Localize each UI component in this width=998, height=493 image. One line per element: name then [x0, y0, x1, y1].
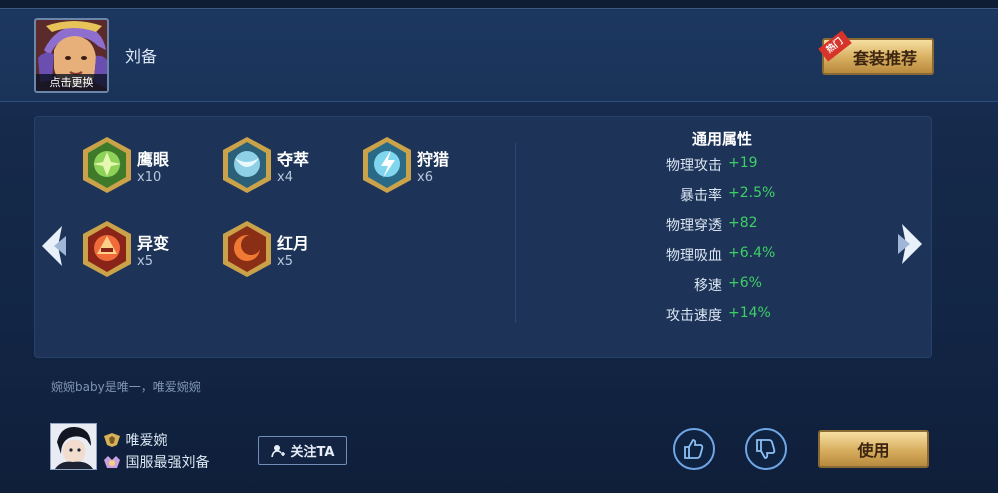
- rune-count: x5: [137, 254, 153, 269]
- attribute-row: 物理吸血 +6.4%: [560, 245, 820, 267]
- author-name-line: 唯爱婉: [103, 430, 167, 450]
- set-comment: 婉婉baby是唯一，唯爱婉婉: [51, 380, 201, 394]
- attribute-value: +6%: [728, 275, 762, 291]
- author-title: 国服最强刘备: [125, 455, 210, 471]
- use-button[interactable]: 使用: [818, 430, 929, 468]
- author-portrait-icon: [51, 424, 96, 469]
- next-arrow-icon[interactable]: [896, 222, 926, 266]
- attribute-name: 物理吸血: [666, 248, 722, 264]
- thumbs-down-icon: [756, 439, 776, 459]
- attribute-value: +82: [728, 215, 758, 231]
- rune-count: x6: [417, 170, 433, 185]
- author-avatar[interactable]: [50, 423, 97, 470]
- rune-item[interactable]: 异变 x5: [81, 220, 221, 280]
- author-title-line: 国服最强刘备: [103, 452, 209, 472]
- rune-count: x5: [277, 254, 293, 269]
- rune-count: x4: [277, 170, 293, 185]
- attribute-name: 移速: [694, 278, 722, 294]
- attribute-row: 暴击率 +2.5%: [560, 185, 820, 207]
- attribute-name: 攻击速度: [666, 308, 722, 324]
- thumbs-up-icon: [684, 439, 704, 459]
- attribute-row: 移速 +6%: [560, 275, 820, 297]
- rune-name: 鹰眼: [137, 150, 170, 169]
- rune-item[interactable]: 红月 x5: [221, 220, 361, 280]
- rune-item[interactable]: 鹰眼 x10: [81, 136, 221, 196]
- rune-name: 夺萃: [277, 150, 310, 169]
- mutation-rune-icon: [83, 221, 131, 277]
- hunt-rune-icon: [363, 137, 411, 193]
- change-avatar-label[interactable]: 点击更换: [36, 74, 107, 91]
- follow-button[interactable]: 关注TA: [258, 436, 347, 465]
- attribute-row: 物理攻击 +19: [560, 155, 820, 177]
- attribute-name: 物理攻击: [666, 158, 722, 174]
- attribute-name: 暴击率: [680, 188, 722, 204]
- panel-divider: [515, 143, 516, 323]
- attribute-row: 物理穿透 +82: [560, 215, 820, 237]
- set-recommend-button[interactable]: 热门 套装推荐: [818, 30, 934, 75]
- rune-name: 红月: [277, 234, 310, 253]
- plunder-rune-icon: [223, 137, 271, 193]
- eagle-eye-rune-icon: [83, 137, 131, 193]
- rune-set-page: 点击更换 刘备 热门 套装推荐 鹰眼 x10 夺萃 x4 狩猎 x6 异变 x5…: [0, 0, 998, 493]
- hero-header: 点击更换 刘备 热门 套装推荐: [0, 10, 998, 102]
- attribute-value: +2.5%: [728, 185, 776, 201]
- previous-arrow-icon[interactable]: [38, 224, 68, 268]
- rune-item[interactable]: 狩猎 x6: [361, 136, 501, 196]
- top-strip: [0, 0, 998, 9]
- attribute-value: +14%: [728, 305, 771, 321]
- red-moon-rune-icon: [223, 221, 271, 277]
- author-name[interactable]: 唯爱婉: [125, 433, 167, 449]
- rune-name: 狩猎: [417, 150, 450, 169]
- hot-badge: 热门: [818, 30, 852, 62]
- like-button[interactable]: [673, 428, 715, 470]
- follow-label: 关注TA: [290, 445, 335, 460]
- rune-count: x10: [137, 170, 162, 185]
- rune-name: 异变: [137, 234, 170, 253]
- attributes-title: 通用属性: [691, 130, 752, 148]
- dislike-button[interactable]: [745, 428, 787, 470]
- attribute-name: 物理穿透: [666, 218, 722, 234]
- attribute-value: +6.4%: [728, 245, 776, 261]
- rune-item[interactable]: 夺萃 x4: [221, 136, 361, 196]
- set-recommend-label: 套装推荐: [852, 48, 917, 68]
- hero-name: 刘备: [125, 47, 158, 66]
- rank-badge-icon: [104, 433, 120, 447]
- attribute-value: +19: [728, 155, 758, 171]
- hero-title-badge-icon: [104, 456, 120, 468]
- hero-avatar[interactable]: 点击更换: [34, 18, 109, 93]
- attribute-row: 攻击速度 +14%: [560, 305, 820, 327]
- add-user-icon: [270, 444, 285, 457]
